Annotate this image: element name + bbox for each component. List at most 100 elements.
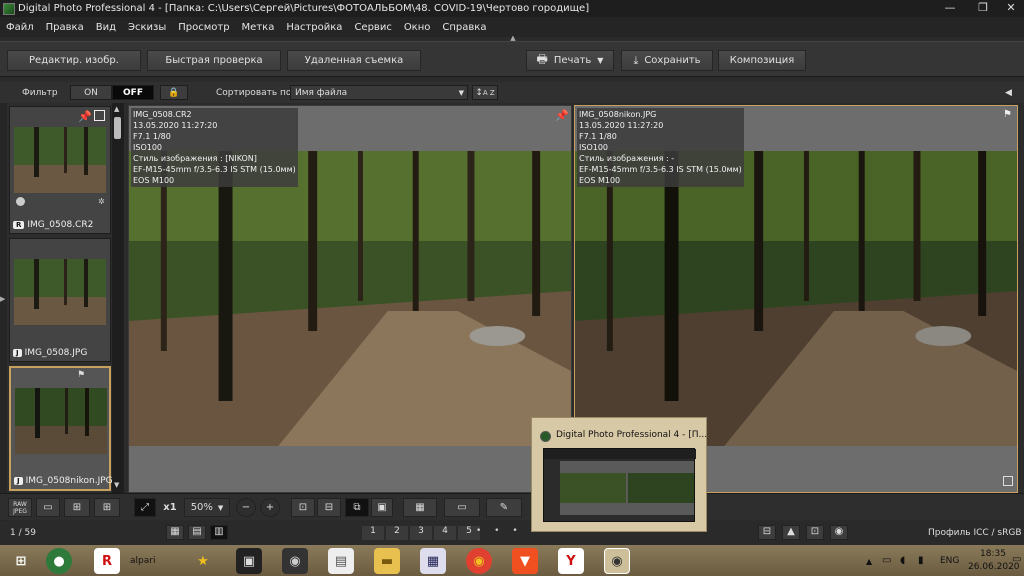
tray-battery-icon[interactable]: ▮ bbox=[918, 555, 924, 566]
tray-volume-icon[interactable]: ◖ bbox=[900, 555, 905, 566]
minimize-button[interactable]: — bbox=[935, 0, 965, 17]
menu-thumbnails[interactable]: Эскизы bbox=[122, 22, 172, 33]
chevron-down-icon: ▼ bbox=[217, 503, 224, 512]
calculator-icon[interactable]: ▦ bbox=[420, 548, 446, 574]
tool-palette-icon[interactable]: ⊟ bbox=[758, 525, 776, 540]
thumbnail-item[interactable]: 📌 ✲ R IMG_0508.CR2 bbox=[9, 106, 111, 234]
folder-icon[interactable]: ▬ bbox=[374, 548, 400, 574]
app-globe-icon[interactable]: ● bbox=[46, 548, 72, 574]
grid-medium-icon[interactable]: ▤ bbox=[188, 525, 206, 540]
chevron-down-icon[interactable]: ▼ bbox=[597, 56, 603, 65]
star-app-icon[interactable]: ★ bbox=[190, 548, 216, 574]
comment-icon[interactable]: ✎ bbox=[486, 498, 522, 517]
yandex-icon[interactable]: Y bbox=[558, 548, 584, 574]
menu-tools[interactable]: Сервис bbox=[348, 22, 397, 33]
rating-2[interactable]: 2 bbox=[386, 526, 408, 540]
composition-button[interactable]: Композиция bbox=[718, 50, 806, 71]
fit-screen-icon[interactable]: ⤢ bbox=[134, 498, 156, 517]
rating-stars: 1 2 3 4 5 bbox=[362, 526, 480, 540]
sort-order-button[interactable]: ↕ A Z bbox=[472, 85, 498, 100]
thumbnail-scrollbar[interactable]: ▲ ▼ bbox=[112, 103, 124, 493]
brave-icon[interactable]: ▼ bbox=[512, 548, 538, 574]
menu-view[interactable]: Вид bbox=[90, 22, 122, 33]
menu-window[interactable]: Окно bbox=[398, 22, 437, 33]
menu-file[interactable]: Файл bbox=[0, 22, 40, 33]
left-edge-strip: ▶ bbox=[0, 103, 7, 523]
sync-icon[interactable]: ▣ bbox=[371, 498, 393, 517]
collapse-right-icon[interactable]: ◀ bbox=[1005, 85, 1012, 100]
remote-shooting-label: Удаленная съемка bbox=[304, 55, 404, 66]
overlay-options-icon[interactable]: ▭ bbox=[444, 498, 480, 517]
camera-app-icon[interactable]: ◉ bbox=[282, 548, 308, 574]
menu-preview[interactable]: Просмотр bbox=[172, 22, 235, 33]
print-button[interactable]: 🖶 Печать ▼ bbox=[526, 50, 614, 71]
zoom-x1-button[interactable]: x1 bbox=[158, 498, 182, 517]
chevron-down-icon: ▼ bbox=[458, 88, 464, 97]
info-filename: IMG_0508.CR2 bbox=[133, 110, 192, 119]
quick-check-button[interactable]: Быстрая проверка bbox=[147, 50, 281, 71]
menu-help[interactable]: Справка bbox=[436, 22, 492, 33]
preview-title: Digital Photo Professional 4 - [П... bbox=[556, 430, 708, 440]
af-point-icon[interactable]: ⊡ bbox=[291, 498, 315, 517]
rating-3[interactable]: 3 bbox=[410, 526, 432, 540]
navigator-icon[interactable] bbox=[1003, 476, 1013, 486]
tray-network-icon[interactable]: ▭ bbox=[882, 555, 891, 566]
restore-button[interactable]: ❐ bbox=[968, 0, 998, 17]
scrollbar-thumb[interactable] bbox=[114, 117, 121, 139]
navigator-panel-icon[interactable]: ⊡ bbox=[806, 525, 824, 540]
rating-1[interactable]: 1 bbox=[362, 526, 384, 540]
tray-up-icon[interactable]: ▲ bbox=[866, 557, 872, 566]
expand-left-icon[interactable]: ▶ bbox=[0, 295, 5, 303]
windows-taskbar: ⊞ ● R alpari ★ ▣ ◉ ▤ ▬ ▦ ◉ ▼ Y ◉ ▲ ▭ ◖ ▮… bbox=[0, 545, 1024, 576]
image-info-overlay: IMG_0508nikon.JPG 13.05.2020 11:27:20 F7… bbox=[577, 108, 744, 187]
single-view-icon[interactable]: ▭ bbox=[36, 498, 60, 517]
highlight-warning-icon[interactable]: ⊟ bbox=[317, 498, 341, 517]
zoom-in-icon[interactable]: + bbox=[260, 498, 280, 517]
grid-overlay-icon[interactable]: ▦ bbox=[403, 498, 437, 517]
rating-4[interactable]: 4 bbox=[434, 526, 456, 540]
language-indicator[interactable]: ENG bbox=[940, 556, 959, 566]
filter-off-toggle[interactable]: OFF bbox=[112, 85, 154, 100]
thumbnail-panel: 📌 ✲ R IMG_0508.CR2 J IMG_0508.JPG ⚑ J IMG_0… bbox=[7, 103, 125, 493]
zoom-select[interactable]: 50% ▼ bbox=[184, 498, 230, 517]
sort-label: Сортировать по: bbox=[216, 87, 295, 98]
camera-icon[interactable]: ◉ bbox=[830, 525, 848, 540]
zoom-out-icon[interactable]: − bbox=[236, 498, 256, 517]
chrome-icon[interactable]: ◉ bbox=[466, 548, 492, 574]
flag-icon[interactable]: ⚑ bbox=[1003, 109, 1012, 120]
taskbar-preview-popup[interactable]: Digital Photo Professional 4 - [П... bbox=[531, 417, 707, 532]
thumbnail-item[interactable]: J IMG_0508.JPG bbox=[9, 238, 111, 362]
app-icon[interactable]: ▣ bbox=[236, 548, 262, 574]
grid-list-icon[interactable]: ▥ bbox=[210, 525, 228, 540]
menu-settings[interactable]: Настройка bbox=[280, 22, 348, 33]
app-r-icon[interactable]: R bbox=[94, 548, 120, 574]
thumbnail-item-selected[interactable]: ⚑ J IMG_0508nikon.JPG bbox=[9, 366, 113, 491]
alpari-label[interactable]: alpari bbox=[130, 556, 155, 566]
dpp-taskbar-icon[interactable]: ◉ bbox=[604, 548, 630, 574]
menu-mark[interactable]: Метка bbox=[236, 22, 281, 33]
clock-time[interactable]: 18:35 bbox=[980, 549, 1006, 559]
remote-shooting-button[interactable]: Удаленная съемка bbox=[287, 50, 421, 71]
scroll-up-icon[interactable]: ▲ bbox=[114, 105, 119, 113]
multi-view-icon[interactable]: ⊞ bbox=[94, 498, 120, 517]
scroll-down-icon[interactable]: ▼ bbox=[114, 481, 119, 489]
notifications-icon[interactable]: ▭ bbox=[1012, 554, 1021, 565]
histogram-icon[interactable]: ▲ bbox=[782, 525, 800, 540]
start-button-icon[interactable]: ⊞ bbox=[8, 548, 34, 574]
document-icon[interactable]: ▤ bbox=[328, 548, 354, 574]
menu-edit[interactable]: Правка bbox=[40, 22, 90, 33]
save-button[interactable]: ⤓ Сохранить bbox=[621, 50, 713, 71]
pin-icon[interactable]: 📌 bbox=[555, 109, 569, 122]
image-pane-left[interactable]: IMG_0508.CR2 13.05.2020 11:27:20 F7.1 1/… bbox=[128, 105, 572, 493]
pin-icon[interactable]: 📌 bbox=[78, 110, 92, 123]
edit-image-button[interactable]: Редактир. изобр. bbox=[7, 50, 141, 71]
compare-view-icon[interactable]: ⧉ bbox=[345, 498, 369, 517]
raw-jpeg-toggle[interactable]: RAW JPEG bbox=[8, 498, 32, 517]
close-button[interactable]: ✕ bbox=[996, 0, 1024, 17]
filter-on-toggle[interactable]: ON bbox=[70, 85, 112, 100]
settings-badge-icon bbox=[16, 197, 25, 206]
grid-large-icon[interactable]: ▦ bbox=[166, 525, 184, 540]
sort-select[interactable]: Имя файла ▼ bbox=[290, 85, 468, 100]
lock-icon[interactable]: 🔒 bbox=[160, 85, 188, 100]
grid-view-icon[interactable]: ⊞ bbox=[64, 498, 90, 517]
